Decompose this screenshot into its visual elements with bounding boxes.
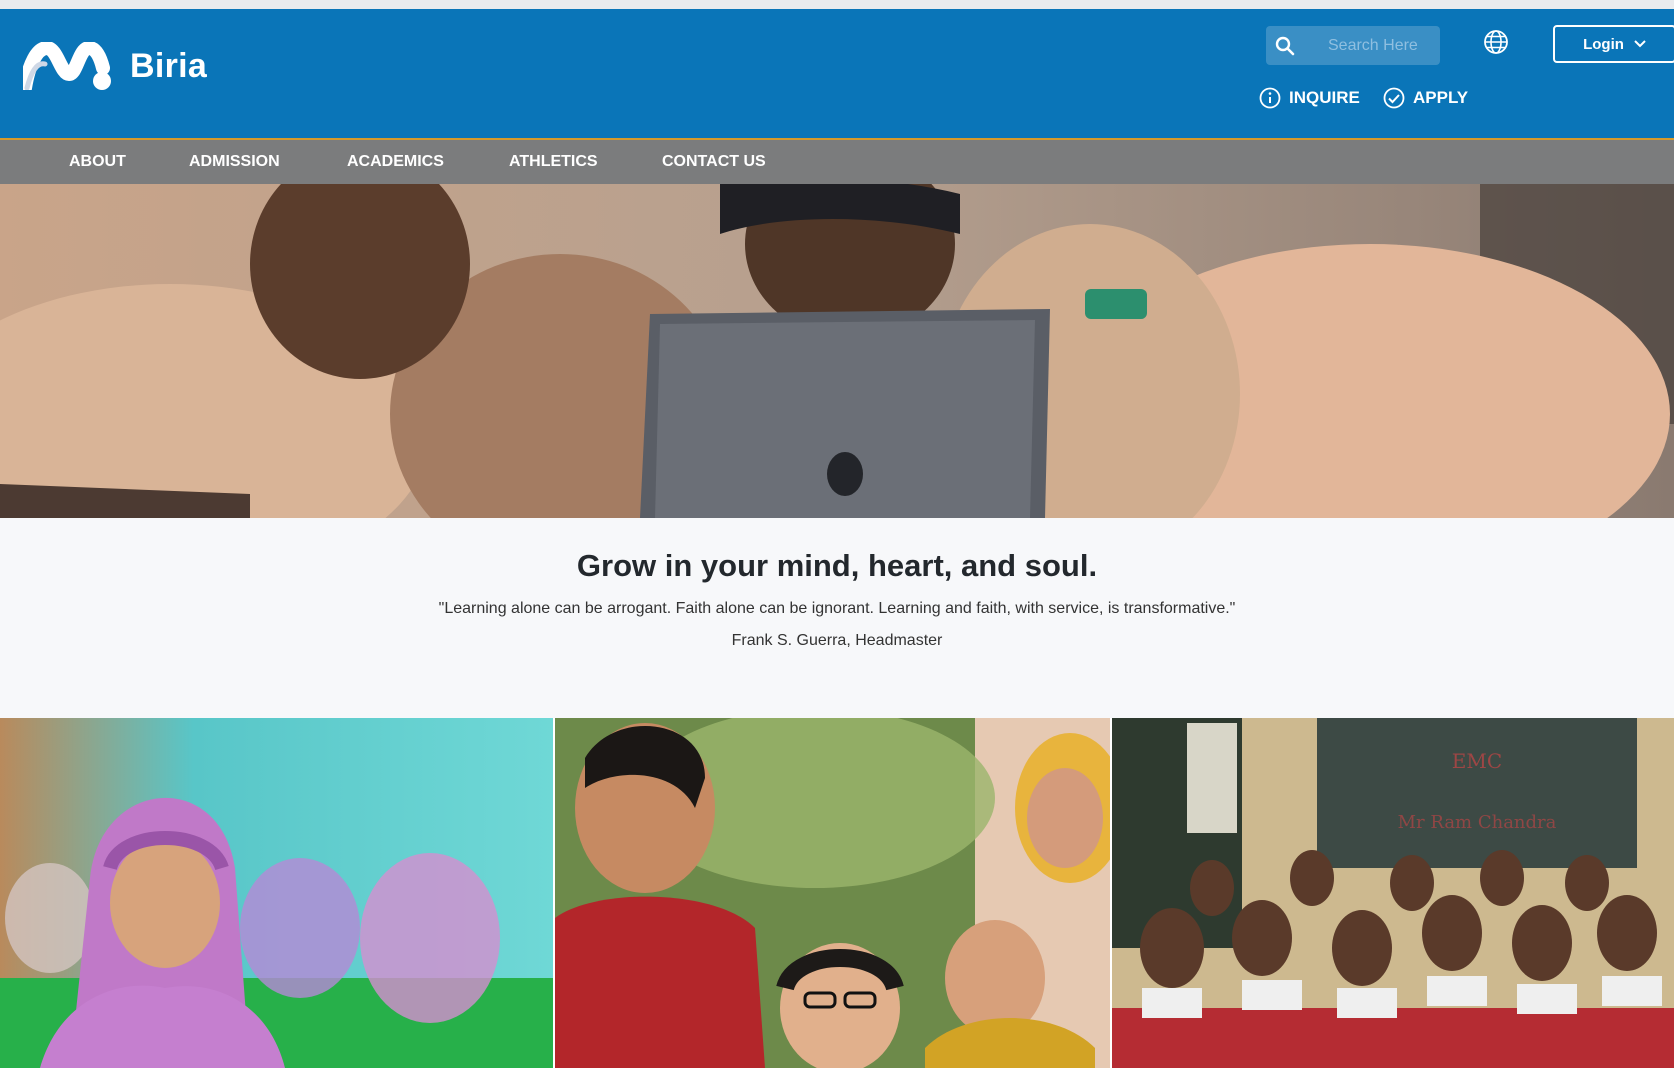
tagline-section: Grow in your mind, heart, and soul. "Lea… bbox=[0, 518, 1674, 718]
globe-icon[interactable] bbox=[1483, 29, 1509, 60]
info-icon bbox=[1259, 87, 1281, 109]
search-box[interactable] bbox=[1266, 26, 1440, 65]
logo-mark-icon bbox=[23, 42, 111, 90]
login-label: Login bbox=[1583, 35, 1624, 53]
svg-text:Mr Ram Chandra: Mr Ram Chandra bbox=[1398, 812, 1557, 833]
quote-author: Frank S. Guerra, Headmaster bbox=[731, 632, 943, 649]
gallery-photo-classroom: EMC Mr Ram Chandra bbox=[1112, 718, 1674, 1068]
login-button[interactable]: Login bbox=[1553, 25, 1676, 63]
page-right-edge bbox=[1674, 0, 1679, 1070]
browser-top-strip bbox=[0, 0, 1679, 9]
headmaster-quote: "Learning alone can be arrogant. Faith a… bbox=[438, 600, 1236, 617]
check-circle-icon bbox=[1383, 87, 1405, 109]
main-nav: ABOUT ADMISSION ACADEMICS ATHLETICS CONT… bbox=[0, 140, 1674, 184]
nav-item-athletics[interactable]: ATHLETICS bbox=[509, 153, 598, 171]
nav-item-academics[interactable]: ACADEMICS bbox=[347, 153, 444, 171]
search-icon[interactable] bbox=[1266, 36, 1304, 56]
svg-text:EMC: EMC bbox=[1452, 749, 1502, 773]
search-input[interactable] bbox=[1326, 35, 1440, 56]
inquire-link[interactable]: INQUIRE bbox=[1259, 87, 1360, 109]
chevron-down-icon bbox=[1634, 40, 1646, 48]
inquire-label: INQUIRE bbox=[1289, 88, 1360, 107]
brand-name: Biria bbox=[130, 46, 208, 85]
tagline-heading: Grow in your mind, heart, and soul. bbox=[576, 548, 1098, 583]
apply-label: APPLY bbox=[1413, 88, 1469, 107]
hero-image bbox=[0, 184, 1674, 518]
site-logo[interactable]: Biria bbox=[23, 42, 207, 90]
nav-item-admission[interactable]: ADMISSION bbox=[189, 153, 280, 171]
nav-item-contact-us[interactable]: CONTACT US bbox=[662, 153, 766, 171]
gallery-photo-laughing-students bbox=[555, 718, 1110, 1068]
nav-item-about[interactable]: ABOUT bbox=[69, 153, 126, 171]
apply-link[interactable]: APPLY bbox=[1383, 87, 1468, 109]
photo-gallery: EMC Mr Ram Chandra bbox=[0, 718, 1674, 1068]
site-header: Biria Login INQUIRE bbox=[0, 9, 1676, 140]
gallery-photo-student-hijab bbox=[0, 718, 553, 1068]
